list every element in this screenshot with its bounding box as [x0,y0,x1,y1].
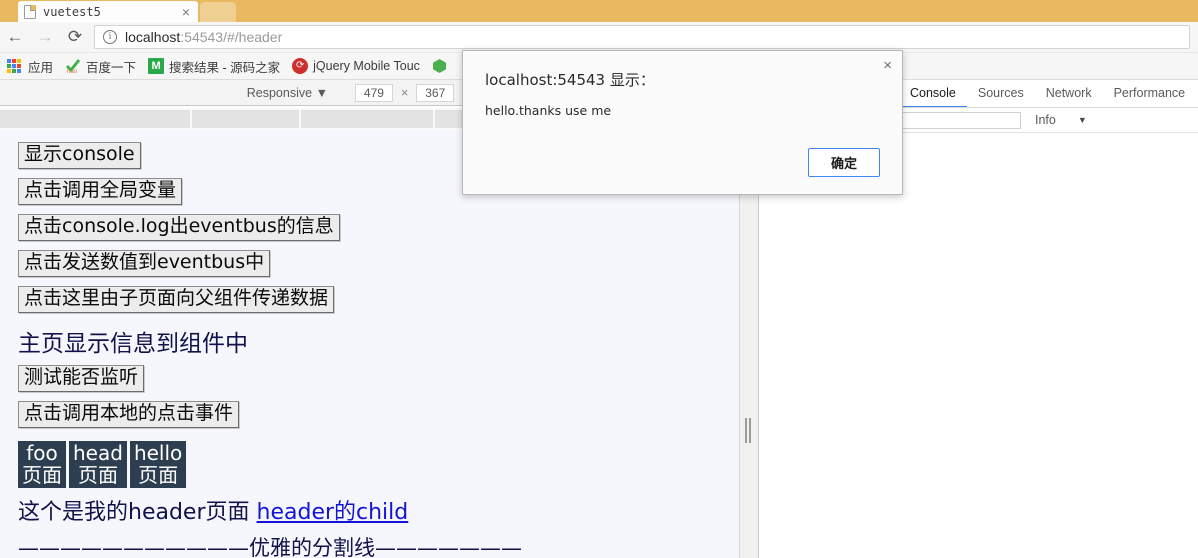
hexagon-green-icon [432,58,448,74]
placeholder-block [301,110,433,128]
chevron-down-icon: ▼ [315,85,328,100]
tab-strip-left-edge [0,0,20,22]
placeholder-block [0,110,190,128]
page-icon [24,4,36,19]
tab-strip: vuetest5 × [0,0,1198,22]
javascript-alert-dialog: × localhost:54543 显示： hello.thanks use m… [462,50,903,195]
console-filter-input[interactable] [901,111,1021,129]
child-to-parent-button[interactable]: 点击这里由子页面向父组件传递数据 [18,285,335,313]
svg-text:hao: hao [67,69,78,74]
log-eventbus-button[interactable]: 点击console.log出eventbus的信息 [18,213,340,241]
dimension-separator: × [400,85,409,100]
decorative-divider: ———————————优雅的分割线——————— [18,536,522,558]
jquery-red-icon: ⟳ [292,58,309,74]
dialog-message: hello.thanks use me [485,103,612,118]
console-level-select[interactable]: Info ▼ [1035,113,1087,127]
tab-performance[interactable]: Performance [1103,81,1197,106]
nav-box-hello-line1: hello [133,440,183,465]
header-child-link[interactable]: header的child [257,500,409,525]
back-icon[interactable]: ← [0,22,30,52]
test-listener-button[interactable]: 测试能否监听 [18,364,145,392]
viewport-width-input[interactable]: 479 [354,83,393,102]
reload-icon[interactable]: ⟳ [60,22,90,52]
hao123-icon: hao [65,58,81,75]
bookmark-apps[interactable]: 应用 [7,57,53,76]
url-path: :54543/#/header [180,29,283,45]
device-select[interactable]: Responsive ▼ [247,86,328,100]
nav-box-hello[interactable]: hello 页面 [129,440,187,489]
call-global-variable-button[interactable]: 点击调用全局变量 [18,177,183,205]
page-description: 这个是我的header页面 header的child [18,494,739,526]
close-icon[interactable]: × [883,58,892,73]
bookmark-jquery-mobile[interactable]: ⟳ jQuery Mobile Touc [292,58,420,74]
new-tab-button[interactable] [200,2,236,22]
local-click-event-button[interactable]: 点击调用本地的点击事件 [18,400,240,428]
browser-tab[interactable]: vuetest5 × [18,1,198,22]
site-info-icon[interactable]: i [103,30,117,44]
nav-box-foo[interactable]: foo 页面 [18,440,66,489]
placeholder-block [191,110,300,128]
tab-sources[interactable]: Sources [967,81,1035,106]
browser-window: vuetest5 × ← → ⟳ i localhost:54543/#/hea… [0,0,1198,558]
nav-box-foo-line1: foo [26,440,58,465]
device-select-label: Responsive [246,85,313,100]
nav-box-head[interactable]: head 页面 [69,440,127,489]
address-bar-url: localhost:54543/#/header [125,29,282,45]
show-console-button[interactable]: 显示console [18,142,141,169]
page-subheading: 主页显示信息到组件中 [18,330,248,357]
address-bar[interactable]: i localhost:54543/#/header [94,25,1190,49]
send-value-eventbus-button[interactable]: 点击发送数值到eventbus中 [18,249,271,277]
bookmark-search-result[interactable]: M 搜索结果 - 源码之家 [148,57,280,76]
nav-box-head-line2: 页面 [77,462,118,487]
console-level-label: Info [1035,113,1056,127]
dialog-title: localhost:54543 显示： [485,71,655,89]
console-output[interactable] [759,133,1198,558]
close-icon[interactable]: × [180,5,192,19]
route-nav-boxes: foo 页面 head 页面 hello 页面 [18,440,739,489]
nav-box-hello-line2: 页面 [138,462,179,487]
bookmark-apps-label: 应用 [28,60,54,75]
chevron-down-icon: ▼ [1077,115,1087,125]
tab-network[interactable]: Network [1035,81,1103,106]
bookmark-jquery-mobile-label: jQuery Mobile Touc [313,59,420,73]
navigation-bar: ← → ⟳ i localhost:54543/#/header [0,22,1198,53]
apps-grid-icon [7,58,23,74]
tab-console[interactable]: Console [899,81,967,107]
nav-box-foo-line2: 页面 [22,462,62,487]
url-host: localhost [125,29,181,45]
bookmark-extra[interactable] [432,58,453,74]
bookmark-baidu-label: 百度一下 [86,60,137,75]
nav-box-head-line1: head [73,440,123,465]
tab-title: vuetest5 [43,4,101,19]
viewport-height-input[interactable]: 367 [416,83,455,102]
page-description-text: 这个是我的header页面 [18,500,250,526]
forward-icon[interactable]: → [30,22,60,52]
m-green-icon: M [148,58,165,74]
bookmark-search-result-label: 搜索结果 - 源码之家 [169,60,281,75]
dialog-ok-button[interactable]: 确定 [808,148,880,177]
bookmark-baidu[interactable]: hao 百度一下 [65,57,136,76]
